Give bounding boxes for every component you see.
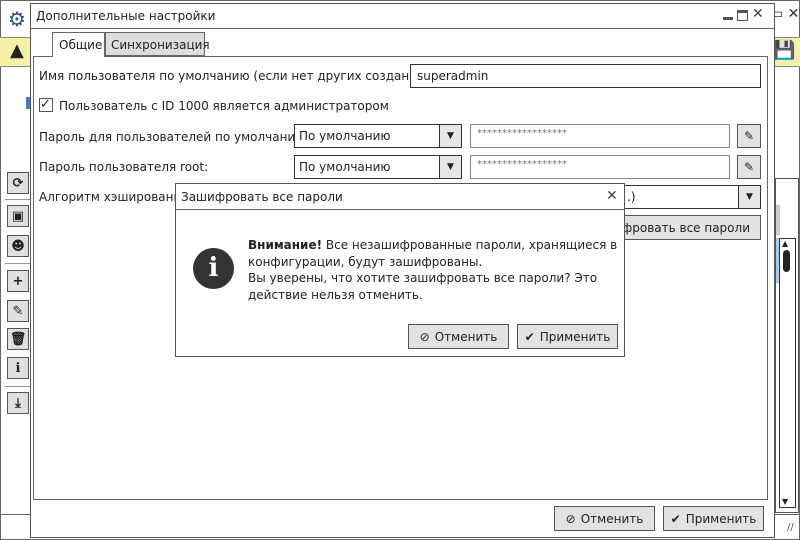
add-button[interactable]: + (7, 270, 29, 292)
button-label: Применить (539, 329, 611, 344)
download-button[interactable]: ⤓ (7, 392, 29, 414)
maximize-icon[interactable] (737, 10, 748, 21)
divider (5, 199, 31, 200)
cancel-button[interactable]: ⊘ Отменить (554, 506, 655, 531)
admin-checkbox-label: Пользователь с ID 1000 является админист… (59, 99, 389, 113)
scroll-down-icon[interactable]: ▼ (782, 497, 788, 506)
minimize-icon[interactable] (723, 17, 733, 20)
button-label: ифровать все пароли (614, 220, 750, 235)
tab-sync[interactable]: Синхронизация (105, 32, 210, 56)
message-line: конфигурации, будут зашифрованы. (248, 254, 483, 269)
divider (5, 263, 31, 264)
select-value: По умолчанию (299, 160, 391, 174)
bg-list-header (776, 205, 780, 235)
scrollbar-thumb[interactable] (783, 250, 790, 272)
message-line: действие нельзя отменить. (248, 287, 423, 302)
button-label: Отменить (434, 329, 498, 344)
message-line: Вы уверены, что хотите зашифровать все п… (248, 271, 598, 285)
hash-label: Алгоритм хэширования (39, 190, 189, 204)
warning-bold: Внимание! (248, 238, 323, 252)
edit-root-password-button[interactable]: ✎ (737, 155, 761, 179)
cancel-icon: ⊘ (419, 329, 430, 344)
pencil-icon: ✎ (743, 160, 755, 174)
tab-label: Общие (59, 38, 103, 52)
contact-button[interactable]: ▣ (7, 205, 29, 227)
button-label: Применить (685, 511, 757, 526)
root-password-label: Пароль пользователя root: (39, 160, 209, 174)
button-label: Отменить (580, 511, 644, 526)
default-password-input[interactable]: ****************** (470, 124, 730, 148)
edit-default-password-button[interactable]: ✎ (737, 124, 761, 148)
dialog-title: Дополнительные настройки (36, 9, 216, 23)
select-value: По умолчанию (299, 129, 391, 143)
cancel-icon: ⊘ (565, 511, 576, 526)
select-value: .) (627, 190, 636, 204)
check-icon: ✔ (524, 329, 535, 344)
tab-general[interactable]: Общие (52, 32, 105, 57)
modal-apply-button[interactable]: ✔ Применить (517, 324, 618, 349)
users-button[interactable]: ☻ (7, 235, 29, 257)
default-user-input[interactable]: superadmin (410, 64, 761, 88)
modal-cancel-button[interactable]: ⊘ Отменить (408, 324, 509, 349)
default-password-select[interactable]: По умолчанию ▼ (294, 124, 462, 148)
chevron-down-icon[interactable]: ▼ (439, 125, 461, 147)
close-icon[interactable]: ✕ (752, 6, 764, 22)
scroll-up-icon[interactable]: ▲ (782, 239, 788, 248)
root-password-select[interactable]: По умолчанию ▼ (294, 155, 462, 179)
modal-message: Внимание! Все незашифрованные пароли, хр… (248, 237, 617, 303)
check-icon: ✔ (670, 511, 681, 526)
modal-title: Зашифровать все пароли (181, 190, 343, 204)
delete-button[interactable]: 🗑 (7, 328, 29, 350)
divider (5, 386, 31, 387)
save-icon[interactable]: 💾 (773, 40, 795, 61)
info-icon: i (193, 248, 234, 289)
default-user-label: Имя пользователя по умолчанию (если нет … (39, 69, 443, 83)
warning-icon: ▲ (10, 40, 24, 61)
default-password-label: Пароль для пользователей по умолчанию: (39, 130, 310, 144)
chevron-down-icon[interactable]: ▼ (439, 156, 461, 178)
resize-grip-icon[interactable]: // (787, 522, 794, 533)
gear-icon: ⚙ (8, 7, 26, 31)
root-password-input[interactable]: ****************** (470, 155, 730, 179)
confirm-modal: Зашифровать все пароли ✕ i Внимание! Все… (175, 183, 625, 357)
info-button[interactable]: ℹ (7, 357, 29, 379)
apply-button[interactable]: ✔ Применить (663, 506, 764, 531)
message-line: Все незашифрованные пароли, хранящиеся в (322, 238, 618, 252)
modal-close-icon[interactable]: ✕ (606, 188, 618, 204)
refresh-button[interactable]: ⟳ (7, 172, 29, 194)
pencil-icon: ✎ (743, 129, 755, 143)
edit-button[interactable]: ✎ (7, 300, 29, 322)
admin-checkbox[interactable]: ✓ (39, 98, 53, 112)
scrollbar[interactable] (779, 238, 796, 508)
tab-label: Синхронизация (111, 38, 210, 52)
chevron-down-icon[interactable]: ▼ (738, 186, 760, 208)
